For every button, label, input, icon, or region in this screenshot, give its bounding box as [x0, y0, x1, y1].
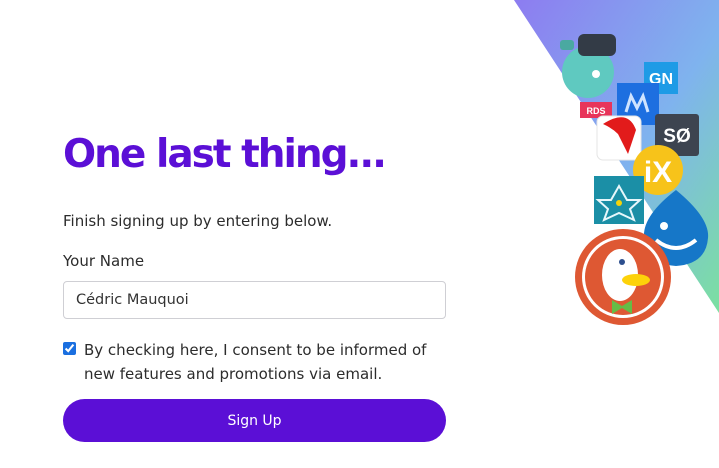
consent-label[interactable]: By checking here, I consent to be inform…	[84, 338, 429, 386]
geometric-star-icon	[594, 176, 644, 224]
signup-page: GN RDS SØ iX One last thing... Finish si…	[0, 0, 719, 468]
form-instructions: Finish signing up by entering below.	[63, 212, 333, 230]
name-input[interactable]	[63, 281, 446, 319]
svg-text:RDS: RDS	[586, 106, 605, 116]
red-swoosh-icon	[596, 115, 642, 161]
name-field-label: Your Name	[63, 252, 145, 270]
page-title: One last thing...	[63, 132, 387, 177]
signup-form: One last thing... Finish signing up by e…	[63, 130, 446, 442]
duckduckgo-icon	[575, 229, 671, 325]
consent-row: By checking here, I consent to be inform…	[63, 338, 446, 386]
sign-up-button[interactable]: Sign Up	[63, 399, 446, 442]
svg-text:SØ: SØ	[663, 126, 690, 147]
consent-checkbox[interactable]	[63, 342, 76, 355]
robot-mascot-icon	[560, 34, 616, 98]
svg-text:iX: iX	[644, 156, 672, 189]
